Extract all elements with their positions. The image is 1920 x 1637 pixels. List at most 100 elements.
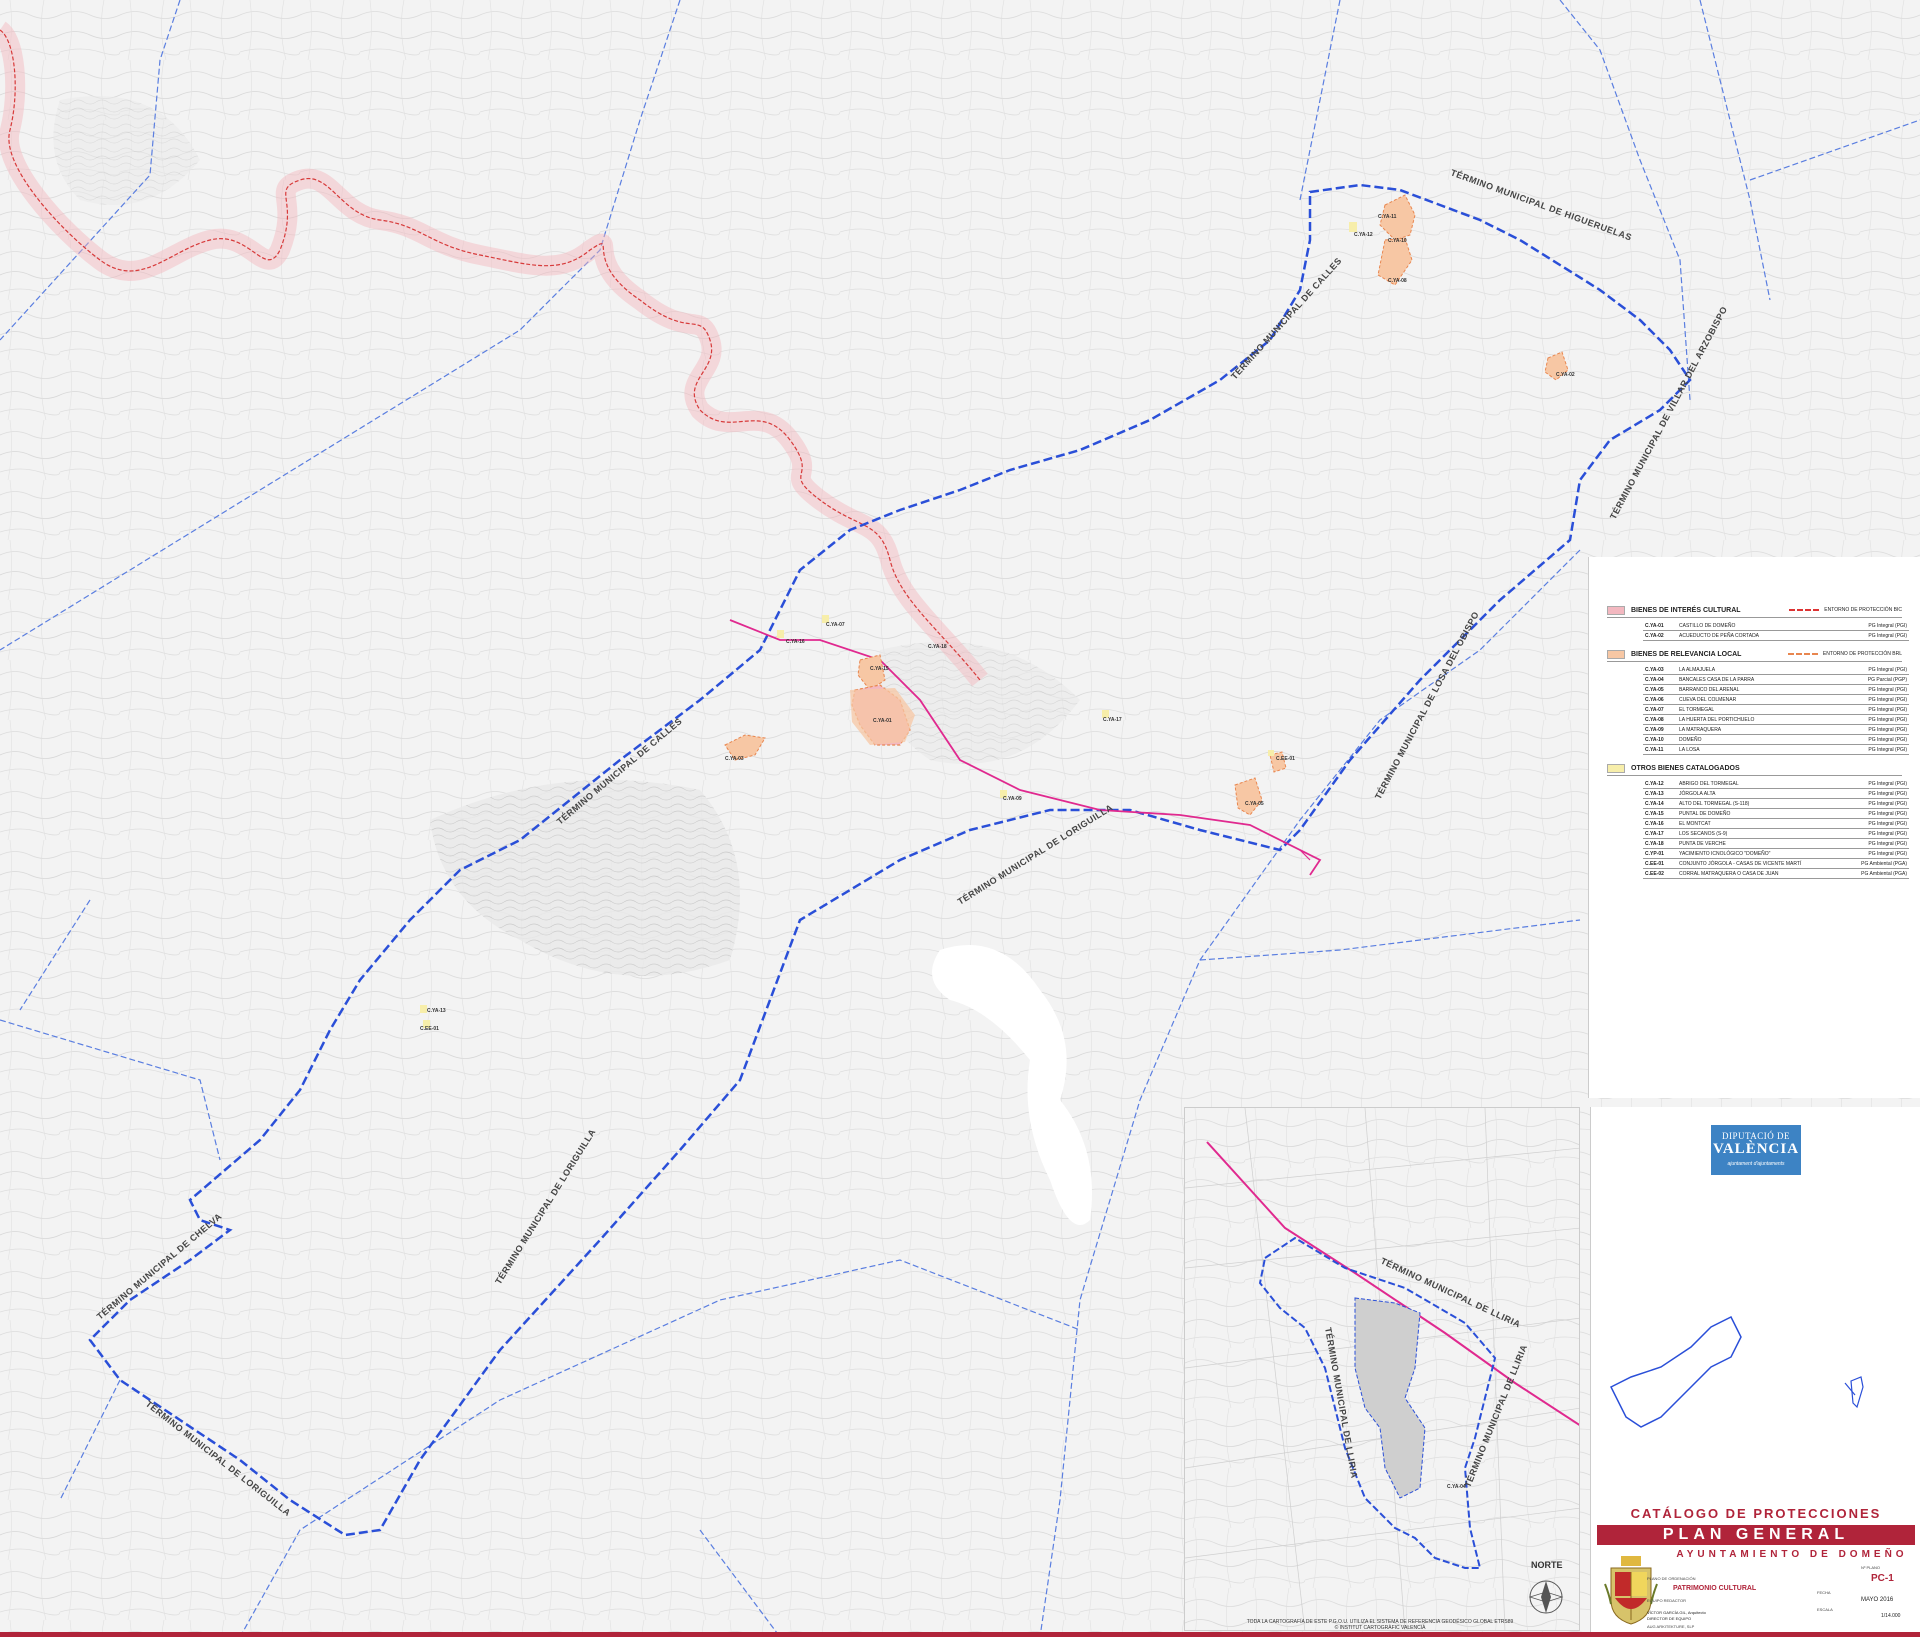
legend-category: BIENES DE RELEVANCIA LOCAL ENTORNO DE PRO… [1607, 647, 1902, 662]
legend-item-code: C.YA-01 [1643, 621, 1677, 631]
director-role: DIRECTOR DE EQUIPO [1647, 1616, 1692, 1621]
legend-item-protection: PG Integral (PGI) [1843, 828, 1909, 839]
arquitecto-credit: VÍCTOR GARCÍA GIL, Arquitecto DIRECTOR D… [1647, 1610, 1706, 1622]
legend-item-code: C.YA-10 [1643, 734, 1677, 745]
legend-item-code: C.EE-02 [1643, 868, 1677, 879]
legend-item-code: C.YA-14 [1643, 798, 1677, 809]
legend-item-protection: PG Integral (PGI) [1827, 734, 1909, 745]
legend-swatch [1607, 763, 1625, 773]
legend-protection-line-label: ENTORNO DE PROTECCIÓN BIC [1824, 607, 1902, 613]
legend-item-row: C.YA-10 DOMEÑO PG Integral (PGI) [1643, 734, 1909, 745]
legend-item-row: C.YA-15 PUNTAL DE DOMEÑO PG Integral (PGI) [1643, 808, 1909, 819]
legend-item-row: C.YA-13 JÓRGOLA ALTA PG Integral (PGI) [1643, 788, 1909, 799]
legend-item-row: C.YA-02 ACUEDUCTO DE PEÑA CORTADA PG Integ… [1643, 630, 1909, 641]
site-otros-marker [420, 1005, 427, 1013]
legend-item-code: C.YA-09 [1643, 724, 1677, 735]
site-code: C.YA-18 [928, 644, 947, 650]
firma-credit: AUG ARKITEKTURE, SLP [1647, 1624, 1695, 1629]
legend-item-name: DOMEÑO [1677, 734, 1828, 745]
legend-item-code: C.YA-16 [1643, 818, 1677, 829]
plano-number-label: Nº PLANO [1861, 1565, 1881, 1570]
legend-item-row: C.YA-12 ABRIGO DEL TORMEGAL PG Integral (P… [1643, 779, 1909, 789]
plano-label: PLANO DE ORDENACIÓN [1647, 1576, 1696, 1581]
legend-item-name: EL TORMEGAL [1677, 704, 1828, 715]
cartography-reference-note: TODA LA CARTOGRAFÍA DE ESTE P.G.O.U. UTI… [1180, 1619, 1580, 1631]
legend-protection-line [1789, 609, 1820, 611]
legend-item-protection: PG Integral (PGI) [1827, 684, 1909, 695]
inset-map[interactable]: TÉRMINO MUNICIPAL DE LLIRIA TÉRMINO MUNI… [1184, 1107, 1580, 1631]
legend-item-protection: PG Integral (PGI) [1827, 714, 1909, 725]
dipu-line-2: VALÈNCIA [1712, 1141, 1800, 1157]
legend-category-label: BIENES DE INTERÉS CULTURAL [1631, 606, 1741, 614]
legend-category-label: BIENES DE RELEVANCIA LOCAL [1631, 650, 1742, 658]
site-otros-marker [1349, 222, 1357, 232]
legend-item-protection: PG Integral (PGI) [1843, 838, 1909, 849]
legend-item-name: LA MATRAQUERA [1677, 724, 1828, 735]
plano-number: PC-1 [1871, 1573, 1894, 1584]
legend-item-row: C.YA-01 CASTILLO DE DOMEÑO PG Integral (PG… [1643, 621, 1909, 631]
site-code: C.YA-03 [725, 756, 744, 762]
site-code: C.YA-11 [1378, 214, 1397, 220]
legend-item-protection: PG Integral (PGI) [1827, 744, 1909, 755]
legend-item-name: ABRIGO DEL TORMEGAL [1677, 779, 1844, 789]
legend-item-name: PUNTA DE VERCHE [1677, 838, 1844, 849]
legend-item-table: C.YA-12 ABRIGO DEL TORMEGAL PG Integral (P… [1643, 779, 1909, 879]
legend-item-row: C.EE-01 CONJUNTO JÓRGOLA - CASAS DE VICEN… [1643, 858, 1909, 869]
legend-item-name: LA LOSA [1677, 744, 1828, 755]
legend-item-code: C.YA-11 [1643, 744, 1677, 755]
site-otros-marker [1268, 750, 1274, 756]
dipu-line-3: ajuntament d'ajuntaments [1727, 1161, 1785, 1167]
legend-item-row: C.YA-18 PUNTA DE VERCHE PG Integral (PGI) [1643, 838, 1909, 849]
legend-swatch [1607, 649, 1625, 659]
legend-item-name: CASTILLO DE DOMEÑO [1677, 621, 1831, 631]
legend-item-name: CUEVA DEL COLMENAR [1677, 694, 1828, 705]
legend-item-row: C.YA-03 LA ALMAJUELA PG Integral (PGI) [1643, 665, 1909, 675]
site-code: C.YA-08 [1388, 278, 1407, 284]
site-code: C.YA-05 [1245, 801, 1264, 807]
legend-item-protection: PG Parcial (PGP) [1827, 674, 1909, 685]
legend-item-protection: PG Integral (PGI) [1843, 808, 1909, 819]
legend-item-code: C.YA-15 [1643, 808, 1677, 819]
legend-item-table: C.YA-03 LA ALMAJUELA PG Integral (PGI) C.YA… [1643, 665, 1909, 755]
legend-item-row: C.YA-04 BANCALES CASA DE LA PARRA PG Parci… [1643, 674, 1909, 685]
legend-item-code: C.EE-01 [1643, 858, 1677, 869]
diputacio-valencia-logo: DIPUTACIÓ DE VALÈNCIA ajuntament d'ajunt… [1711, 1125, 1801, 1175]
legend-protection-line-label: ENTORNO DE PROTECCIÓN BRL [1822, 651, 1902, 657]
site-code: C.EE-01 [1276, 756, 1295, 762]
legend-category: OTROS BIENES CATALOGADOS [1607, 761, 1902, 776]
legend-item-code: C.YA-18 [1643, 838, 1677, 849]
legend-item-name: BARRANCO DEL ARENAL [1677, 684, 1828, 695]
legend-item-code: C.YA-07 [1643, 704, 1677, 715]
site-code: C.YA-10 [1388, 238, 1407, 244]
legend-item-protection: PG Integral (PGI) [1827, 724, 1909, 735]
legend-item-name: JÓRGOLA ALTA [1677, 788, 1844, 799]
legend-item-name: LA HUERTA DEL PORTICHUELO [1677, 714, 1828, 725]
site-code: C.YA-07 [826, 622, 845, 628]
legend-item-name: LA ALMAJUELA [1677, 665, 1828, 675]
legend-item-name: CONJUNTO JÓRGOLA - CASAS DE VICENTE MART… [1677, 858, 1844, 869]
legend-category-label: OTROS BIENES CATALOGADOS [1631, 764, 1740, 772]
legend-item-protection: PG Integral (PGI) [1843, 818, 1909, 829]
legend-item-row: C.YA-17 LOS SECANOS (S-9) PG Integral (PGI… [1643, 828, 1909, 839]
site-code: C.YA-02 [1556, 372, 1575, 378]
legend-item-protection: PG Integral (PGI) [1843, 779, 1909, 789]
site-otros-marker [777, 630, 784, 638]
dipu-line-1: DIPUTACIÓ DE [1721, 1131, 1791, 1141]
legend-item-row: C.YA-14 ALTO DEL TORMEGAL (S-118) PG Integ… [1643, 798, 1909, 809]
legend-item-name: YACIMIENTO ICNOLÓGICO "DOMEÑO" [1677, 848, 1844, 859]
reference-note-line-2: © INSTITUT CARTOGRÀFIC VALENCIÀ [1334, 1625, 1426, 1631]
legend-item-name: BANCALES CASA DE LA PARRA [1677, 674, 1828, 685]
legend-item-row: C.YA-05 BARRANCO DEL ARENAL PG Integral (P… [1643, 684, 1909, 695]
site-code: C.YA-09 [1003, 796, 1022, 802]
legend-item-protection: PG Integral (PGI) [1827, 704, 1909, 715]
location-silhouette-icon [1609, 1315, 1864, 1428]
inset-map-canvas[interactable]: TÉRMINO MUNICIPAL DE LLIRIA TÉRMINO MUNI… [1185, 1108, 1580, 1631]
site-code: C.YA-01 [873, 718, 892, 724]
legend-category: BIENES DE INTERÉS CULTURAL ENTORNO DE PRO… [1607, 603, 1902, 618]
legend-item-name: EL MONTCAT [1677, 818, 1844, 829]
legend-item-code: C.YA-12 [1643, 779, 1677, 789]
legend-item-code: C.YA-03 [1643, 665, 1677, 675]
fecha-label: FECHA [1817, 1590, 1831, 1595]
legend-item-protection: PG Ambiental (PGA) [1843, 868, 1909, 879]
site-code: C.YA-12 [1354, 232, 1373, 238]
